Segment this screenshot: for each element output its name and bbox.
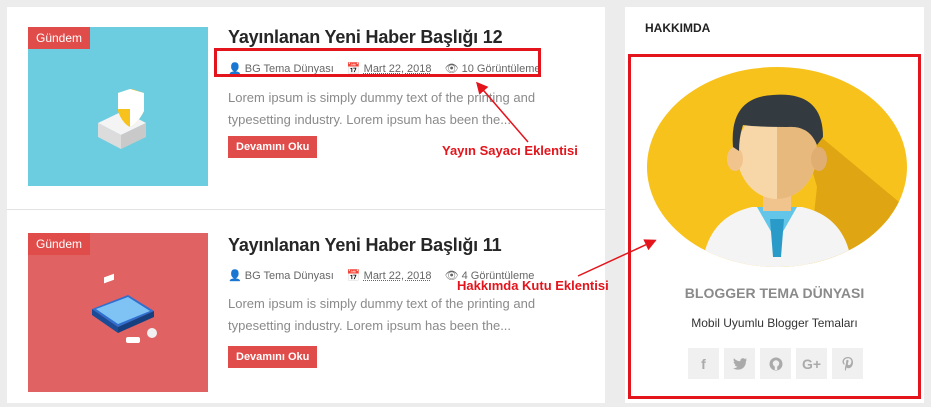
post-thumbnail[interactable]: Gündem [28,233,208,392]
calendar-icon: 📅 [346,270,361,282]
category-label[interactable]: Gündem [28,27,91,49]
laptop-icon [92,273,157,343]
user-icon: 👤 [228,270,242,282]
post-excerpt: Lorem ipsum is simply dummy text of the … [228,90,536,127]
post-title[interactable]: Yayınlanan Yeni Haber Başlığı 11 [228,235,502,256]
counter-annotation: Yayın Sayacı Eklentisi [442,143,578,158]
pinterest-icon[interactable] [832,348,863,379]
github-icon[interactable] [760,348,791,379]
read-more-button[interactable]: Devamını Oku [228,136,318,158]
post-item: Gündem Yayınlanan Yeni Haber Başlığı 11 … [7,209,605,403]
post-title[interactable]: Yayınlanan Yeni Haber Başlığı 12 [228,27,503,48]
category-label[interactable]: Gündem [28,233,91,255]
post-thumbnail[interactable]: Gündem [28,27,208,186]
about-description: Mobil Uyumlu Blogger Temaları [691,316,858,330]
post-author[interactable]: BG Tema Dünyası [245,270,334,282]
post-date[interactable]: Mart 22, 2018 [364,270,432,282]
about-annotation: Hakkımda Kutu Eklentisi [457,278,609,293]
twitter-icon[interactable] [724,348,755,379]
shield-box-icon [98,89,146,149]
widget-title: HAKKIMDA [645,21,711,35]
google-plus-icon[interactable]: G+ [796,348,827,379]
read-more-button[interactable]: Devamını Oku [228,346,318,368]
facebook-icon[interactable]: f [688,348,719,379]
counter-highlight-box [214,48,541,77]
avatar [647,67,907,267]
social-links: f G+ [688,348,863,379]
post-excerpt: Lorem ipsum is simply dummy text of the … [228,296,536,333]
post-item: Gündem Yayınlanan Yeni Haber Başlığı 12 … [7,7,605,210]
about-name: BLOGGER TEMA DÜNYASI [684,285,865,301]
